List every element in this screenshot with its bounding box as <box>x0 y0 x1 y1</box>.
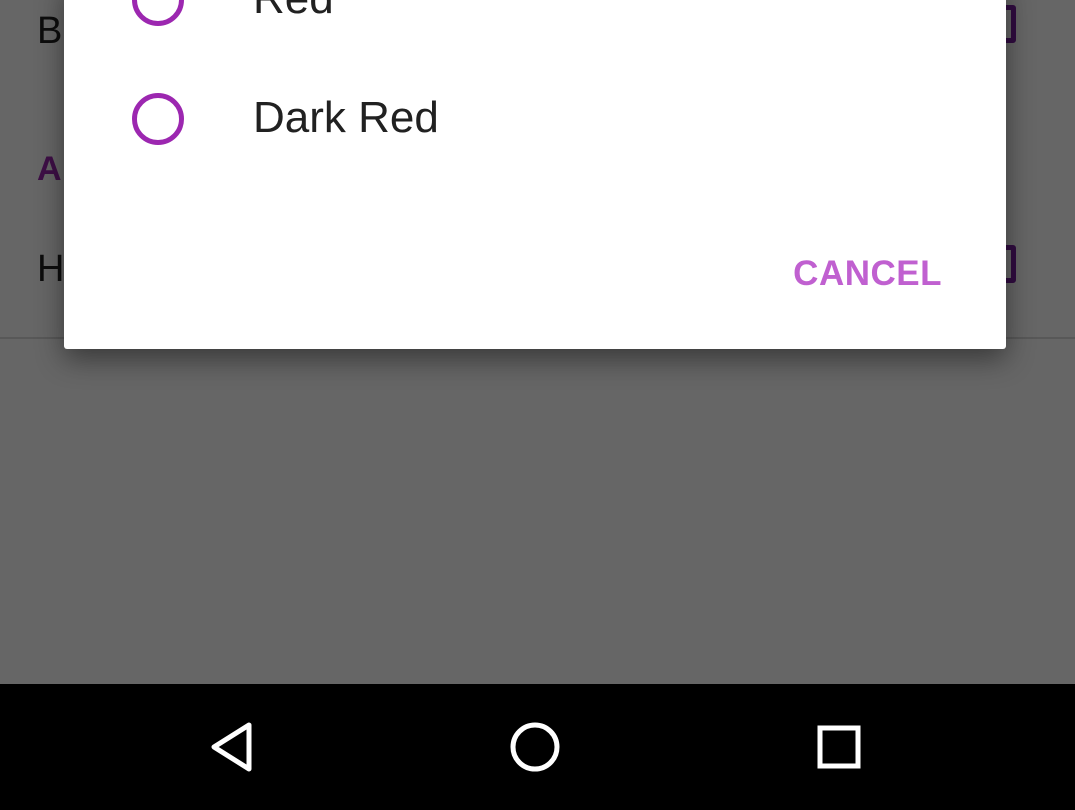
option-label: Red <box>253 0 334 23</box>
option-label: Dark Red <box>253 93 439 142</box>
option-dark-red[interactable]: Dark Red <box>64 68 1006 168</box>
recents-icon <box>817 725 861 769</box>
radio-button[interactable] <box>132 0 184 26</box>
color-picker-dialog: Red Dark Red CANCEL <box>64 0 1006 349</box>
back-icon <box>211 722 252 772</box>
navigation-bar <box>0 684 1075 810</box>
home-button[interactable] <box>505 717 565 777</box>
radio-button[interactable] <box>132 93 184 145</box>
cancel-button[interactable]: CANCEL <box>777 250 958 298</box>
home-icon <box>510 722 560 772</box>
option-red[interactable]: Red <box>64 0 1006 49</box>
screen: B A H Red Dark Red CANCEL <box>0 0 1075 810</box>
recents-button[interactable] <box>809 717 869 777</box>
back-button[interactable] <box>204 717 264 777</box>
